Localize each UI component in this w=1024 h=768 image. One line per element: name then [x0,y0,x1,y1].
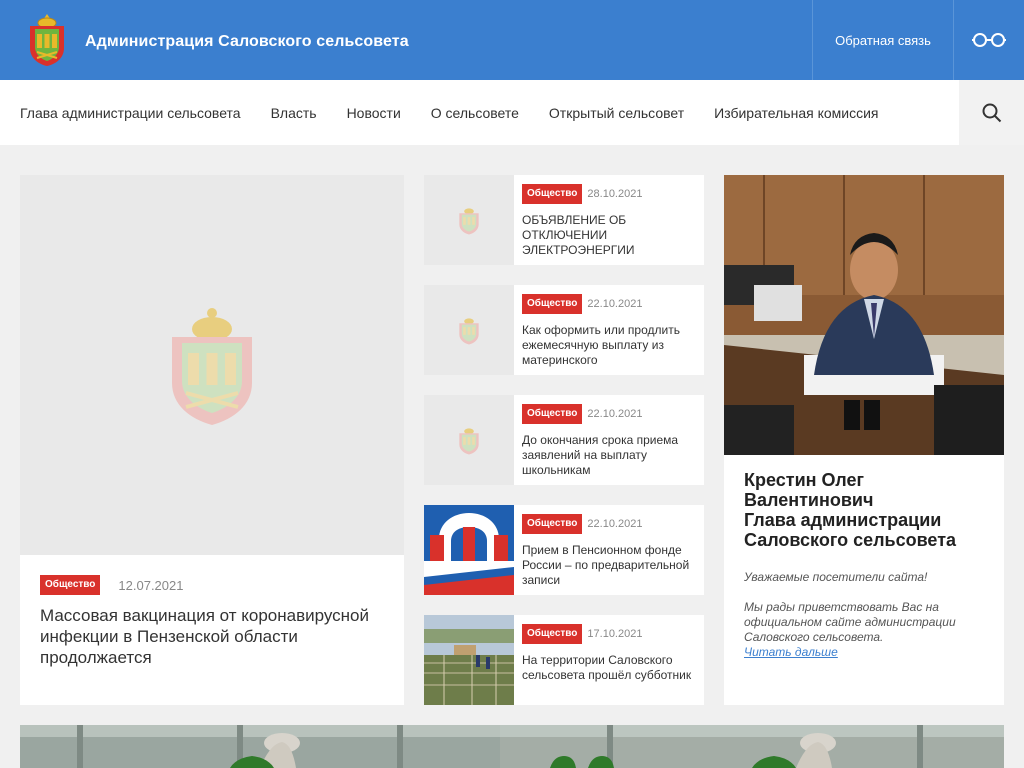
welcome-body: Мы рады приветствовать Вас на официально… [744,600,956,644]
news-title[interactable]: До окончания срока приема заявлений на в… [522,433,700,478]
category-badge[interactable]: Общество [522,294,583,314]
head-position-line: Саловского сельсовета [744,530,957,550]
glasses-icon [972,33,1006,47]
site-header: Администрация Саловского сельсовета Обра… [0,0,1024,80]
greeting-text: Уважаемые посетители сайта! [744,570,928,584]
search-icon [982,103,1001,122]
welcome-text: Мы рады приветствовать Вас на официально… [744,600,994,660]
news-item[interactable]: Общество 22.10.2021 Прием в Пенсионном ф… [424,505,704,595]
news-date: 28.10.2021 [587,188,643,200]
news-title[interactable]: Прием в Пенсионном фонде России – по пре… [522,543,700,588]
coat-of-arms-icon [459,208,479,235]
accessibility-button[interactable] [953,0,1024,80]
news-title[interactable]: ОБЪЯВЛЕНИЕ ОБ ОТКЛЮЧЕНИИ ЭЛЕКТРОЭНЕРГИИ [522,213,700,258]
category-badge[interactable]: Общество [40,575,101,595]
head-photo [724,175,1004,455]
news-date: 22.10.2021 [587,298,643,310]
pfr-logo-icon [424,505,514,595]
news-item[interactable]: Общество 28.10.2021 ОБЪЯВЛЕНИЕ ОБ ОТКЛЮЧ… [424,175,704,265]
news-item[interactable]: Общество 22.10.2021 До окончания срока п… [424,395,704,485]
nav-item-about[interactable]: О сельсовете [431,105,519,121]
featured-image [20,175,404,555]
nav-item-head[interactable]: Глава администрации сельсовета [20,105,241,121]
news-title[interactable]: Как оформить или продлить ежемесячную вы… [522,323,700,368]
coat-of-arms-logo[interactable] [26,12,68,68]
news-item[interactable]: Общество 22.10.2021 Как оформить или про… [424,285,704,375]
news-date: 22.10.2021 [587,408,643,420]
search-button[interactable] [959,80,1024,145]
field-photo-image [424,615,514,705]
nav-item-election[interactable]: Избирательная комиссия [714,105,878,121]
bottom-banner[interactable] [20,725,500,768]
category-badge[interactable]: Общество [522,404,583,424]
main-nav: Глава администрации сельсовета Власть Но… [0,80,1024,145]
head-card: Крестин Олег Валентинович Глава админист… [724,175,1004,705]
nav-item-news[interactable]: Новости [347,105,401,121]
featured-news-card[interactable]: Общество 12.07.2021 Массовая вакцинация … [20,175,404,705]
head-name: Крестин Олег Валентинович Глава админист… [744,470,994,550]
news-date: 22.10.2021 [587,518,643,530]
read-more-link[interactable]: Читать дальше [744,645,838,659]
head-name-line: Крестин Олег [744,470,864,490]
coat-of-arms-icon [459,318,479,345]
category-badge[interactable]: Общество [522,624,583,644]
news-thumbnail [424,395,514,485]
bottom-banner[interactable] [500,725,1004,768]
nav-item-open[interactable]: Открытый сельсовет [549,105,684,121]
news-title[interactable]: На территории Саловского сельсовета прош… [522,653,700,683]
site-title[interactable]: Администрация Саловского сельсовета [85,33,409,51]
news-thumbnail [424,175,514,265]
category-badge[interactable]: Общество [522,184,583,204]
nav-item-power[interactable]: Власть [271,105,317,121]
news-date: 12.07.2021 [118,577,184,593]
news-thumbnail [424,505,514,595]
news-thumbnail [424,285,514,375]
news-thumbnail [424,615,514,705]
head-name-line: Валентинович [744,490,874,510]
coat-of-arms-icon [459,428,479,455]
news-item[interactable]: Общество 17.10.2021 На территории Саловс… [424,615,704,705]
head-position-line: Глава администрации [744,510,942,530]
featured-title[interactable]: Массовая вакцинация от коронавирусной ин… [40,605,380,668]
news-date: 17.10.2021 [587,628,643,640]
coat-of-arms-icon [172,308,252,425]
category-badge[interactable]: Общество [522,514,583,534]
feedback-link[interactable]: Обратная связь [812,0,953,80]
